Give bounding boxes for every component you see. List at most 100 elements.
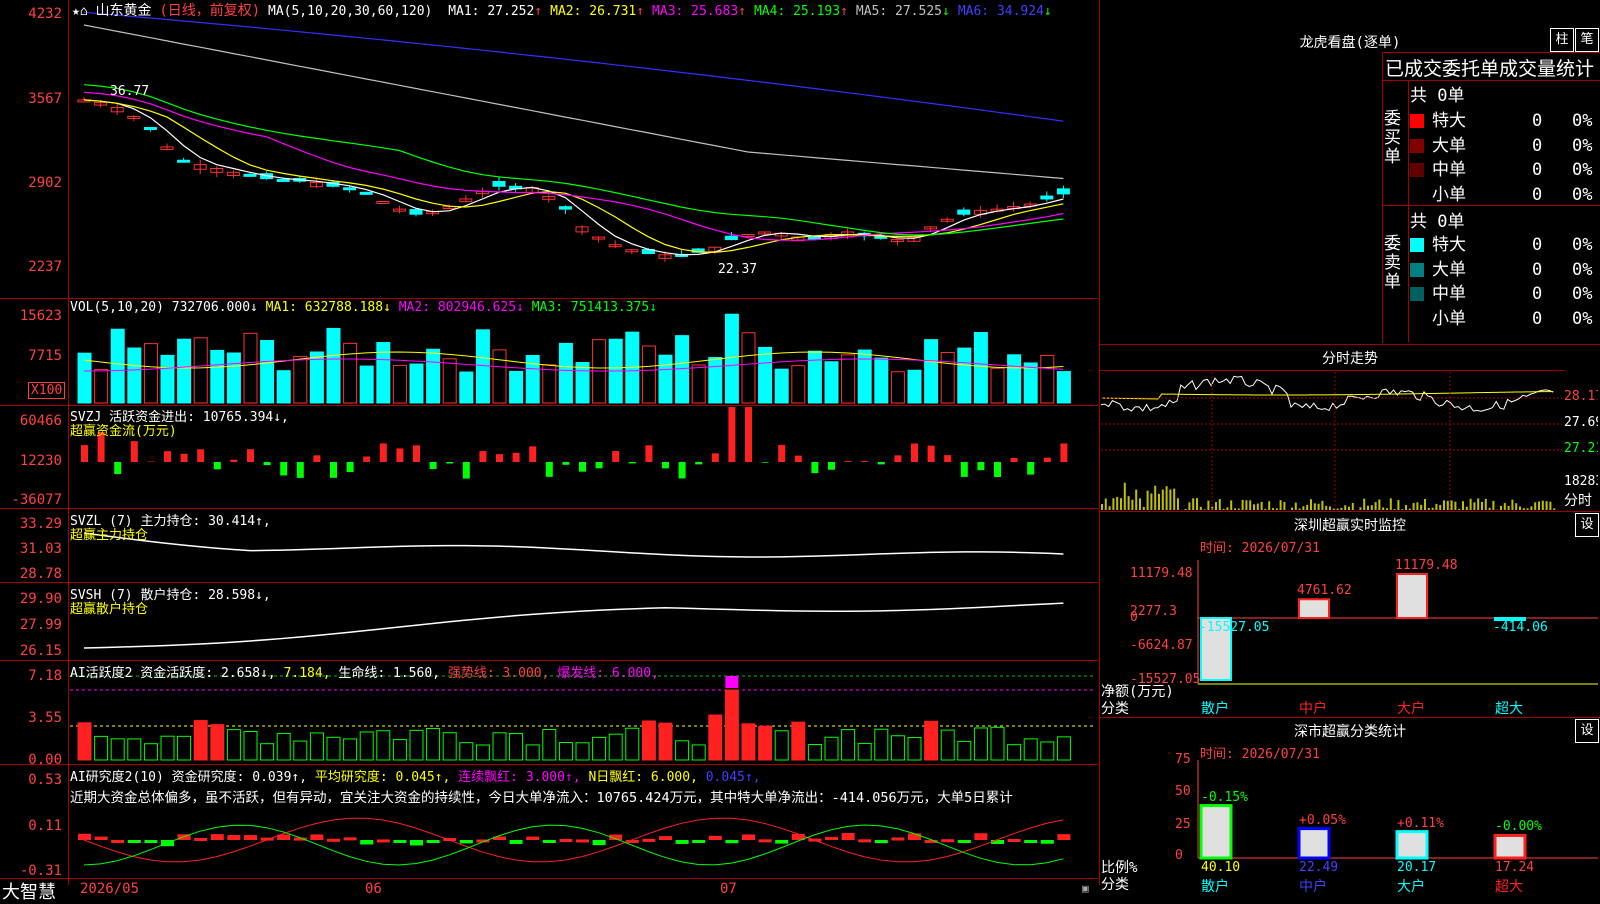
- volume-bar: [178, 339, 191, 403]
- volume-bar: [825, 362, 838, 403]
- y-tick: 31.03: [0, 541, 62, 557]
- research-bar: [842, 833, 855, 840]
- research-bar: [95, 837, 108, 840]
- ai2-avg: 平均研究度: 0.045↑,: [315, 770, 450, 785]
- research-bar: [642, 839, 655, 842]
- volume-bar: [891, 372, 904, 403]
- candle-body: [958, 210, 970, 214]
- color-swatch: [1410, 312, 1424, 326]
- activity-bar: [925, 721, 938, 760]
- flow-bar: [828, 462, 835, 470]
- research-bar: [360, 840, 373, 844]
- intraday-unit: 分时: [1564, 490, 1592, 510]
- trend-arrow-icon: ↑: [636, 4, 644, 19]
- activity-bar: [493, 733, 506, 760]
- research-bar: [327, 839, 340, 842]
- volume-bar: [294, 356, 307, 403]
- lock-icon[interactable]: ▣: [1082, 882, 1089, 895]
- svzj-sub: 超赢资金流(万元): [70, 420, 177, 439]
- research-bar: [393, 840, 406, 843]
- research-bar: [1057, 834, 1070, 840]
- row-percent: 0%: [1572, 160, 1592, 180]
- research-bar: [510, 840, 523, 844]
- monitor-bar-label: 4761.62: [1297, 583, 1352, 598]
- flow-bar: [596, 462, 603, 468]
- flow-bar: [81, 445, 88, 462]
- activity-bar: [95, 736, 108, 760]
- flow-bar: [629, 462, 636, 463]
- flow-bar: [363, 456, 370, 462]
- x-label: 2026/05: [80, 881, 139, 897]
- candle-body: [144, 128, 156, 130]
- stat-category: 中户: [1299, 876, 1327, 896]
- activity-bar: [842, 730, 855, 760]
- monitor-xlabel: 分类: [1101, 698, 1129, 718]
- research-bar: [825, 837, 838, 840]
- activity-bar: [725, 690, 738, 760]
- volume-bar: [576, 363, 589, 403]
- volume-bar: [1057, 372, 1070, 403]
- candle-body: [277, 179, 289, 181]
- volume-bar: [194, 338, 207, 403]
- research-bar: [692, 840, 705, 843]
- row-value: 0: [1532, 136, 1572, 156]
- candle-body: [725, 236, 737, 239]
- y-tick: 2902: [0, 175, 62, 191]
- flow-bar: [413, 445, 420, 462]
- flow-bar: [330, 462, 337, 478]
- research-bar: [244, 835, 257, 840]
- flow-bar: [479, 451, 486, 462]
- activity-bar: [709, 715, 722, 760]
- volume-bar: [410, 364, 423, 403]
- volume-bar: [709, 358, 722, 403]
- research-bar: [559, 839, 572, 842]
- y-tick: 3567: [0, 91, 62, 107]
- vol-ma2: MA2: 802946.625↓: [399, 300, 524, 315]
- main-header: ★⌂ 山东黄金 (日线，前复权) MA(5,10,20,30,60,120) M…: [72, 0, 1052, 20]
- activity-bar: [476, 745, 489, 760]
- y-tick: 0.00: [0, 752, 62, 768]
- volume-bar: [277, 371, 290, 403]
- stat-settings-button[interactable]: 设: [1575, 719, 1599, 743]
- tick-mode-button[interactable]: 笔: [1575, 28, 1599, 52]
- high-price-label: 36.77: [110, 84, 149, 99]
- volume-bar: [941, 352, 954, 403]
- activity-bar: [393, 740, 406, 760]
- activity-bar: [543, 730, 556, 760]
- monitor-y-tick: -6624.87: [1130, 638, 1193, 653]
- research-bar: [543, 840, 556, 843]
- monitor-settings-button[interactable]: 设: [1575, 513, 1599, 537]
- burst-marker: [725, 676, 738, 688]
- activity-bar: [277, 733, 290, 760]
- order-row: 大单00%: [1410, 255, 1592, 280]
- flow-bar: [446, 462, 453, 464]
- flow-bar: [977, 462, 984, 470]
- research-bar: [875, 840, 888, 843]
- monitor-title: 深圳超赢实时监控: [1250, 515, 1450, 535]
- activity-bar: [510, 734, 523, 760]
- activity-bar: [941, 730, 954, 760]
- row-value: 0: [1532, 260, 1572, 280]
- monitor-y-tick: 0: [1130, 610, 1138, 625]
- stat-category: 大户: [1397, 876, 1425, 896]
- svzl-sub: 超赢主力持仓: [70, 524, 148, 543]
- activity-bar: [128, 739, 141, 760]
- research-line: [84, 818, 1063, 862]
- ma-title: MA(5,10,20,30,60,120): [268, 4, 432, 19]
- buy-total: 共 0单: [1410, 81, 1464, 106]
- color-swatch: [1410, 188, 1424, 202]
- volume-bar: [559, 343, 572, 403]
- buy-orders-label: 委买单: [1384, 110, 1404, 167]
- bar-mode-button[interactable]: 柱: [1550, 28, 1574, 52]
- color-swatch: [1410, 139, 1424, 153]
- ma-value-4: MA4: 25.193↑: [754, 4, 848, 19]
- activity-bar: [576, 743, 589, 760]
- research-bar: [211, 834, 224, 840]
- intraday-tick: 27.69: [1564, 415, 1598, 430]
- research-bar: [310, 834, 323, 840]
- row-name: 小单: [1432, 304, 1532, 329]
- intraday-tick: 18283: [1564, 474, 1598, 489]
- low-price-label: 22.37: [718, 262, 757, 277]
- activity-bar: [111, 739, 124, 760]
- activity-bar: [642, 721, 655, 760]
